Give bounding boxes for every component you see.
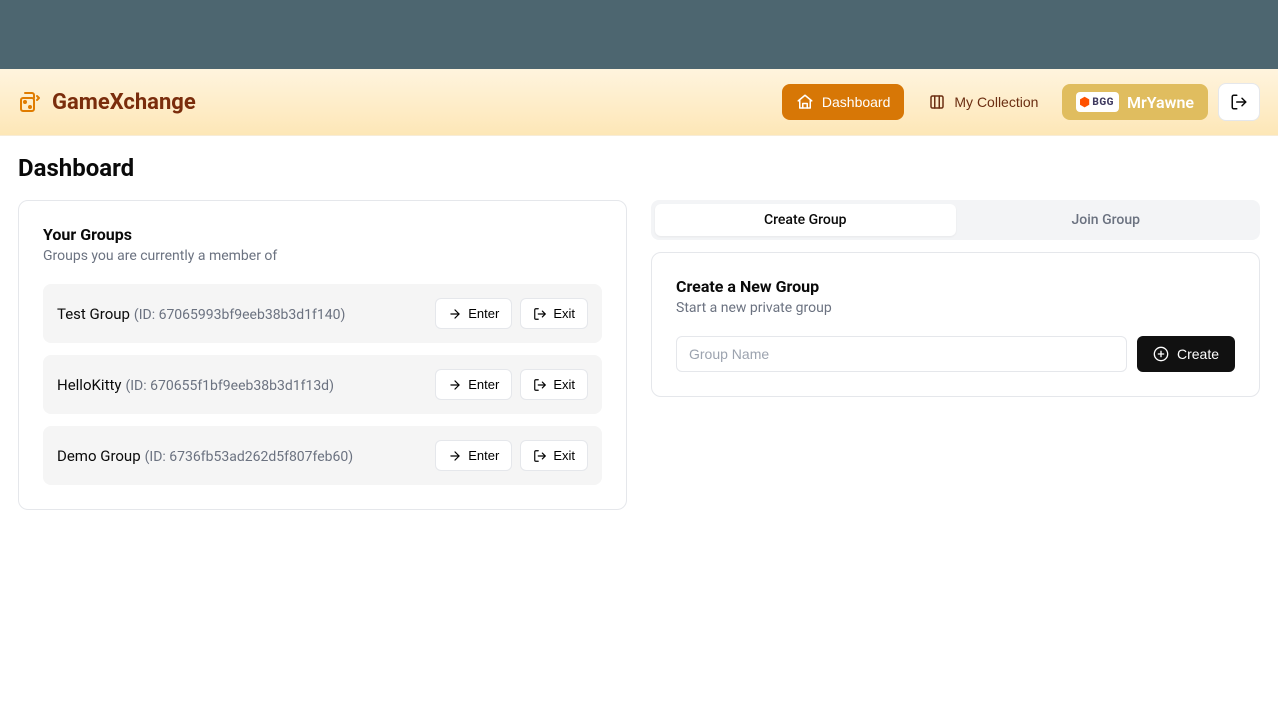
create-group-card: Create a New Group Start a new private g… bbox=[651, 252, 1260, 397]
nav-collection-label: My Collection bbox=[954, 94, 1038, 110]
arrow-right-icon bbox=[448, 378, 462, 392]
enter-label: Enter bbox=[468, 448, 499, 463]
page-content: Dashboard Your Groups Groups you are cur… bbox=[0, 136, 1278, 528]
logout-button[interactable] bbox=[1218, 83, 1260, 121]
bgg-logo-text: BGG bbox=[1092, 97, 1114, 108]
exit-label: Exit bbox=[553, 377, 575, 392]
your-groups-subtitle: Groups you are currently a member of bbox=[43, 248, 602, 264]
exit-button[interactable]: Exit bbox=[520, 440, 588, 471]
group-label: Demo Group (ID: 6736fb53ad262d5f807feb60… bbox=[57, 446, 353, 465]
group-tabs: Create Group Join Group bbox=[651, 200, 1260, 240]
groups-list: Test Group (ID: 67065993bf9eeb38b3d1f140… bbox=[43, 284, 602, 485]
home-icon bbox=[796, 93, 814, 111]
tab-join-group[interactable]: Join Group bbox=[956, 204, 1257, 236]
group-name: Demo Group bbox=[57, 447, 141, 465]
group-row: Demo Group (ID: 6736fb53ad262d5f807feb60… bbox=[43, 426, 602, 485]
create-button-label: Create bbox=[1177, 346, 1219, 362]
nav-dashboard-label: Dashboard bbox=[822, 94, 891, 110]
enter-label: Enter bbox=[468, 306, 499, 321]
bgg-logo: ⬢ BGG bbox=[1076, 92, 1119, 112]
enter-label: Enter bbox=[468, 377, 499, 392]
main-nav: Dashboard My Collection ⬢ BGG MrYawne bbox=[782, 83, 1260, 121]
group-label: Test Group (ID: 67065993bf9eeb38b3d1f140… bbox=[57, 304, 345, 323]
brand-name: GameXchange bbox=[52, 90, 196, 115]
create-button[interactable]: Create bbox=[1137, 336, 1235, 372]
app-header: GameXchange Dashboard My Collection ⬢ BG… bbox=[0, 69, 1278, 136]
group-row: HelloKitty (ID: 670655f1bf9eeb38b3d1f13d… bbox=[43, 355, 602, 414]
group-actions: Enter Exit bbox=[435, 440, 588, 471]
dice-icon bbox=[18, 90, 42, 114]
group-id: (ID: 6736fb53ad262d5f807feb60) bbox=[145, 449, 354, 465]
brand[interactable]: GameXchange bbox=[18, 90, 196, 115]
plus-circle-icon bbox=[1153, 346, 1169, 362]
page-title: Dashboard bbox=[18, 154, 1260, 182]
arrow-right-icon bbox=[448, 449, 462, 463]
group-actions-panel: Create Group Join Group Create a New Gro… bbox=[651, 200, 1260, 510]
username-label: MrYawne bbox=[1127, 93, 1194, 112]
bgg-user-badge[interactable]: ⬢ BGG MrYawne bbox=[1062, 84, 1208, 120]
your-groups-title: Your Groups bbox=[43, 225, 602, 244]
exit-icon bbox=[533, 378, 547, 392]
exit-label: Exit bbox=[553, 306, 575, 321]
exit-label: Exit bbox=[553, 448, 575, 463]
exit-icon bbox=[533, 449, 547, 463]
group-id: (ID: 670655f1bf9eeb38b3d1f13d) bbox=[125, 378, 334, 394]
hexagon-icon: ⬢ bbox=[1079, 95, 1090, 109]
create-group-subtitle: Start a new private group bbox=[676, 300, 1235, 316]
group-name: HelloKitty bbox=[57, 376, 121, 394]
enter-button[interactable]: Enter bbox=[435, 440, 512, 471]
your-groups-card: Your Groups Groups you are currently a m… bbox=[18, 200, 627, 510]
exit-icon bbox=[533, 307, 547, 321]
nav-dashboard[interactable]: Dashboard bbox=[782, 84, 905, 120]
arrow-right-icon bbox=[448, 307, 462, 321]
group-actions: Enter Exit bbox=[435, 298, 588, 329]
exit-button[interactable]: Exit bbox=[520, 298, 588, 329]
exit-button[interactable]: Exit bbox=[520, 369, 588, 400]
enter-button[interactable]: Enter bbox=[435, 369, 512, 400]
group-actions: Enter Exit bbox=[435, 369, 588, 400]
tab-create-group[interactable]: Create Group bbox=[655, 204, 956, 236]
group-id: (ID: 67065993bf9eeb38b3d1f140) bbox=[134, 307, 345, 323]
group-row: Test Group (ID: 67065993bf9eeb38b3d1f140… bbox=[43, 284, 602, 343]
logout-icon bbox=[1230, 93, 1248, 111]
library-icon bbox=[928, 93, 946, 111]
enter-button[interactable]: Enter bbox=[435, 298, 512, 329]
group-name-input[interactable] bbox=[676, 336, 1127, 372]
group-label: HelloKitty (ID: 670655f1bf9eeb38b3d1f13d… bbox=[57, 375, 334, 394]
group-name: Test Group bbox=[57, 305, 130, 323]
create-group-title: Create a New Group bbox=[676, 277, 1235, 296]
nav-collection[interactable]: My Collection bbox=[914, 84, 1052, 120]
top-band bbox=[0, 0, 1278, 69]
